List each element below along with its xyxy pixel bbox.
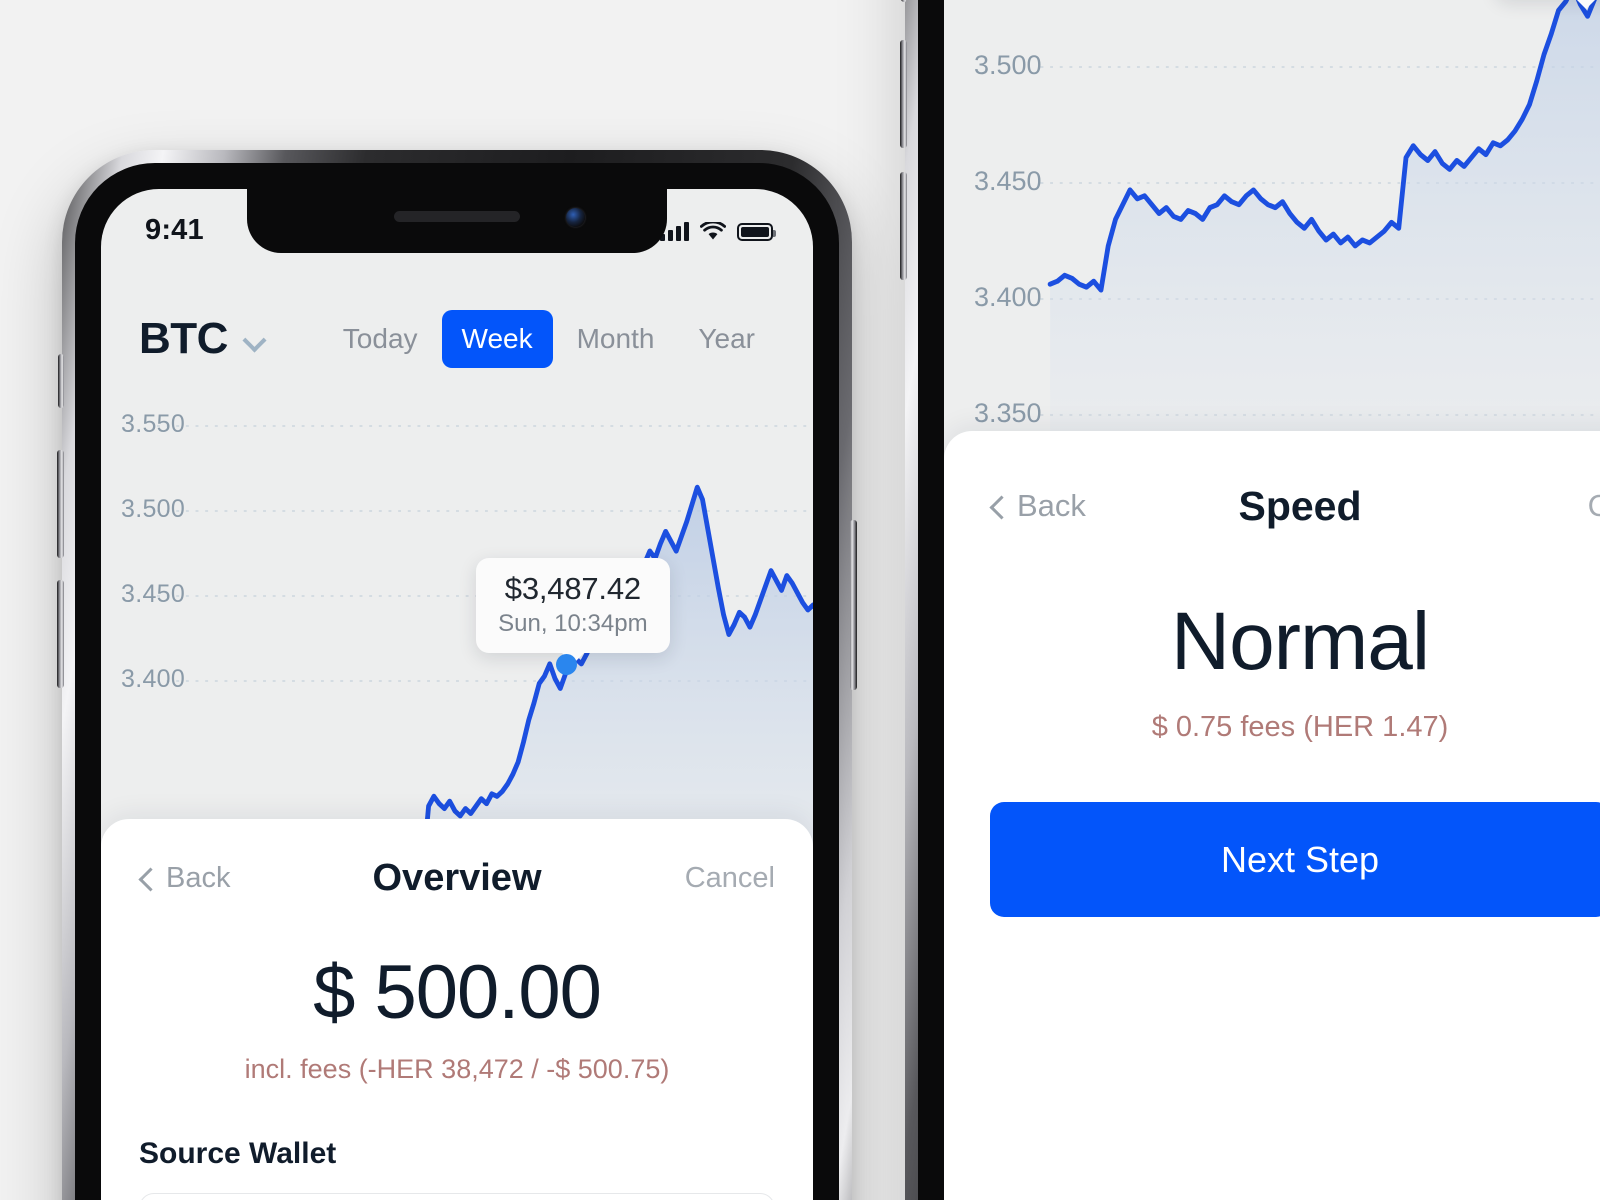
speed-sheet: Back Speed C Normal $ 0.75 fees (HER 1.4… xyxy=(944,431,1600,1200)
tab-month[interactable]: Month xyxy=(557,310,675,368)
speed-nav: Back Speed C xyxy=(944,431,1600,581)
tab-year[interactable]: Year xyxy=(678,310,775,368)
mute-switch[interactable] xyxy=(58,354,64,408)
mute-switch[interactable] xyxy=(901,0,907,2)
y-axis-tick: 3.550 xyxy=(121,410,186,438)
wifi-icon xyxy=(700,221,726,239)
next-step-button[interactable]: Next Step xyxy=(990,802,1600,917)
status-icons xyxy=(660,221,776,241)
overview-nav: Back Overview Cancel xyxy=(139,819,775,937)
speed-value: Normal xyxy=(1170,596,1430,687)
tooltip-tail xyxy=(1573,0,1600,9)
y-axis-tick: 3.400 xyxy=(974,282,1042,312)
source-wallet-card[interactable]: H Herdius 1F1tAaz5x1HUXr HER 120,283.62 xyxy=(139,1193,775,1200)
y-axis-tick: 3.350 xyxy=(974,398,1042,428)
tab-today[interactable]: Today xyxy=(323,310,438,368)
fees-note: incl. fees (-HER 38,472 / -$ 500.75) xyxy=(244,1054,670,1084)
source-wallet-label: Source Wallet xyxy=(139,1137,337,1170)
tooltip-price: $3,487.42 xyxy=(504,570,641,606)
battery-full-icon xyxy=(737,222,776,241)
tooltip-time: Sun, 10:34pm xyxy=(498,609,648,637)
phone-left: 9:41 BTC Today Week Month Year 3.550 3.5… xyxy=(57,150,857,1200)
tab-week[interactable]: Week xyxy=(441,310,553,368)
volume-down-button[interactable] xyxy=(900,172,907,280)
chevron-down-icon xyxy=(244,332,268,346)
page-title: Overview xyxy=(372,856,542,899)
notch xyxy=(247,189,667,253)
range-tabs: Today Week Month Year xyxy=(323,310,775,368)
y-axis-tick: 3.450 xyxy=(974,166,1042,196)
phone-right: 3.500 3.450 3.400 3.350 $3,487.42 Sun, 1… xyxy=(900,0,1600,1200)
chart-header: BTC Today Week Month Year xyxy=(101,301,813,377)
status-time: 9:41 xyxy=(145,213,204,246)
phone-left-bezel: 9:41 BTC Today Week Month Year 3.550 3.5… xyxy=(75,163,839,1200)
chart-tooltip: $3,487.42 Sun, 10:34pm xyxy=(476,557,670,664)
y-axis-tick: 3.450 xyxy=(121,580,186,608)
volume-up-button[interactable] xyxy=(57,450,64,558)
y-axis-tick: 3.400 xyxy=(121,665,186,693)
symbol-selector[interactable]: BTC xyxy=(139,314,268,364)
overview-sheet: Back Overview Cancel $ 500.00 incl. fees… xyxy=(101,819,813,1200)
front-camera-icon xyxy=(566,208,585,227)
speed-fees-note: $ 0.75 fees (HER 1.47) xyxy=(1151,711,1449,743)
page-title: Speed xyxy=(1238,482,1362,529)
symbol-label: BTC xyxy=(139,314,228,363)
amount-value: $ 500.00 xyxy=(313,950,602,1035)
y-axis-tick: 3.500 xyxy=(121,495,186,523)
volume-up-button[interactable] xyxy=(900,40,907,148)
y-axis-tick: 3.500 xyxy=(974,50,1042,80)
volume-down-button[interactable] xyxy=(57,580,64,688)
phone-right-screen: 3.500 3.450 3.400 3.350 $3,487.42 Sun, 1… xyxy=(944,0,1600,1200)
phone-right-bezel: 3.500 3.450 3.400 3.350 $3,487.42 Sun, 1… xyxy=(918,0,1600,1200)
phone-left-screen: 9:41 BTC Today Week Month Year 3.550 3.5… xyxy=(101,189,813,1200)
chart-marker-dot xyxy=(556,653,578,675)
power-button[interactable] xyxy=(850,520,857,690)
earpiece-speaker-icon xyxy=(394,211,520,222)
